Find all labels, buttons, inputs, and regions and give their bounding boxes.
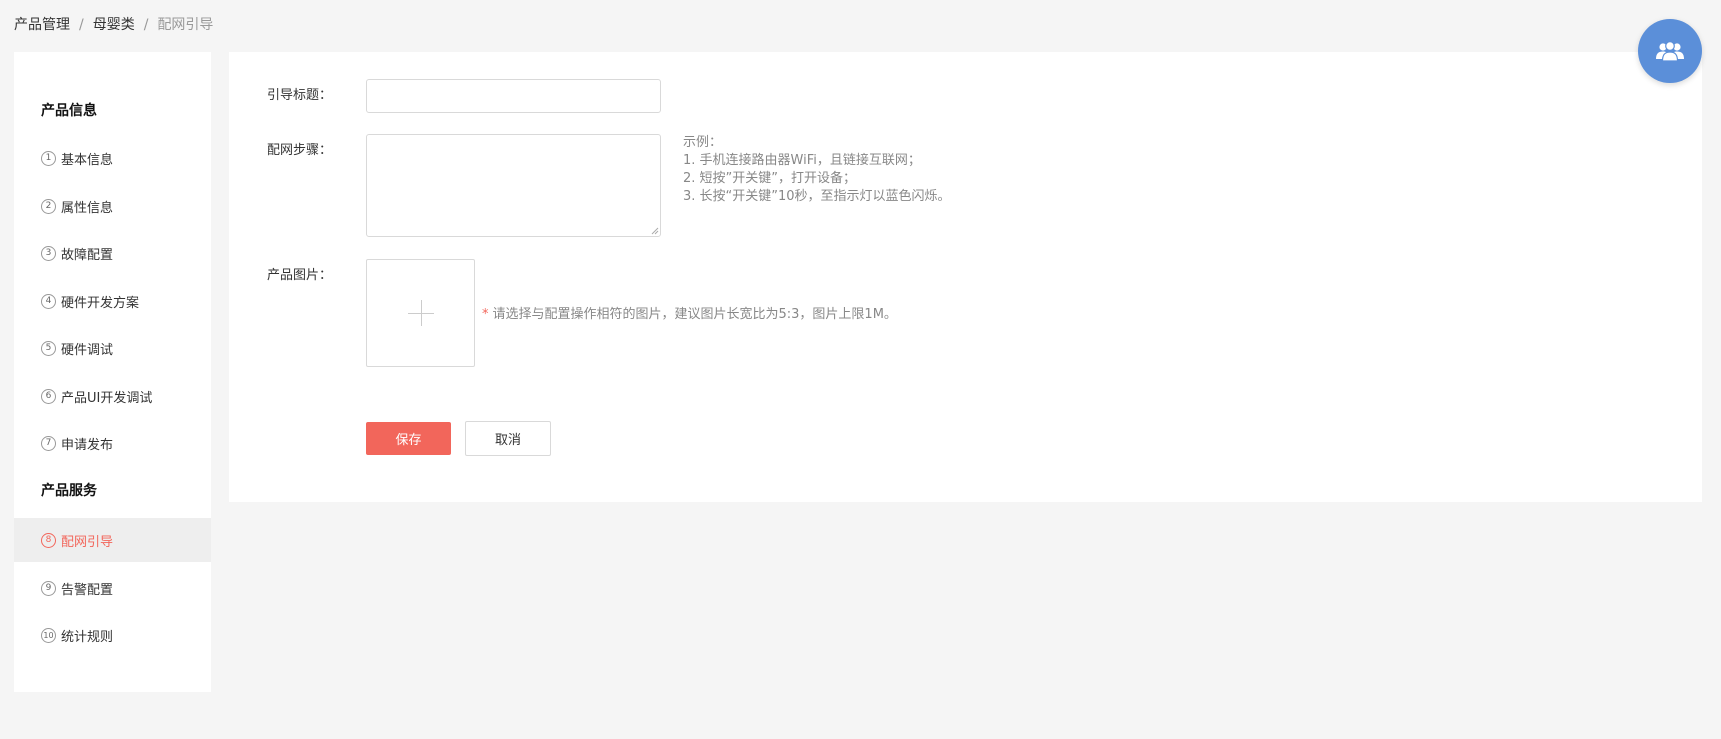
sidebar-item-hardware-debug[interactable]: 5 硬件调试 <box>14 326 211 370</box>
cancel-button[interactable]: 取消 <box>465 421 551 456</box>
example-line: 1. 手机连接路由器WiFi，且链接互联网； <box>683 153 921 168</box>
step-number: 1 <box>41 150 56 166</box>
sidebar-item-hardware-plan[interactable]: 4 硬件开发方案 <box>14 279 211 323</box>
example-text: 示例： 1. 手机连接路由器WiFi，且链接互联网； 2. 短按”开关键”，打开… <box>683 134 951 206</box>
guide-title-input[interactable] <box>366 79 661 113</box>
sidebar-item-label: 统计规则 <box>61 629 114 645</box>
sidebar-item-label: 告警配置 <box>61 582 114 598</box>
sidebar-item-label: 配网引导 <box>61 534 114 550</box>
sidebar-group-product-info: 产品信息 <box>41 103 97 119</box>
steps-label: 配网步骤： <box>267 143 333 158</box>
breadcrumb: 产品管理 / 母婴类 / 配网引导 <box>14 15 213 35</box>
step-number: 6 <box>41 388 56 404</box>
required-star: * <box>482 307 489 322</box>
resize-handle-icon[interactable] <box>649 225 659 235</box>
sidebar-item-fault-config[interactable]: 3 故障配置 <box>14 231 211 275</box>
step-number: 3 <box>41 245 56 261</box>
sidebar-group-product-service: 产品服务 <box>41 483 97 499</box>
breadcrumb-product-management[interactable]: 产品管理 <box>14 15 70 35</box>
network-steps-textarea[interactable] <box>366 134 661 237</box>
breadcrumb-category[interactable]: 母婴类 <box>93 15 135 35</box>
sidebar-item-label: 故障配置 <box>61 247 114 263</box>
step-number: 9 <box>41 580 56 596</box>
example-heading: 示例： <box>683 135 723 150</box>
save-button[interactable]: 保存 <box>366 422 451 455</box>
sidebar: 产品信息 1 基本信息 2 属性信息 3 故障配置 4 硬件开发方案 5 硬件调… <box>14 52 211 692</box>
step-number: 10 <box>41 627 56 643</box>
sidebar-item-label: 申请发布 <box>61 437 114 453</box>
example-line: 3. 长按“开关键”10秒，至指示灯以蓝色闪烁。 <box>683 189 951 204</box>
network-guide-form: 引导标题： 配网步骤： 示例： 1. 手机连接路由器WiFi，且链接互联网； 2… <box>229 52 1702 502</box>
step-number: 4 <box>41 293 56 309</box>
floating-service-button[interactable] <box>1638 19 1702 83</box>
sidebar-item-label: 硬件开发方案 <box>61 295 140 311</box>
sidebar-item-label: 产品UI开发调试 <box>61 390 153 406</box>
sidebar-item-alarm-config[interactable]: 9 告警配置 <box>14 566 211 610</box>
step-number: 2 <box>41 198 56 214</box>
sidebar-item-ui-debug[interactable]: 6 产品UI开发调试 <box>14 374 211 418</box>
sidebar-item-statistics-rules[interactable]: 10 统计规则 <box>14 613 211 657</box>
step-number: 8 <box>41 532 56 548</box>
sidebar-item-label: 属性信息 <box>61 200 114 216</box>
breadcrumb-separator: / <box>143 17 149 33</box>
upload-hint-text: 请选择与配置操作相符的图片，建议图片长宽比为5:3，图片上限1M。 <box>492 307 897 322</box>
sidebar-item-network-guide[interactable]: 8 配网引导 <box>14 518 211 562</box>
breadcrumb-current: 配网引导 <box>157 17 214 33</box>
sidebar-item-basic-info[interactable]: 1 基本信息 <box>14 136 211 180</box>
users-icon <box>1656 41 1684 62</box>
step-number: 7 <box>41 435 56 451</box>
breadcrumb-separator: / <box>79 17 84 33</box>
sidebar-item-attribute-info[interactable]: 2 属性信息 <box>14 184 211 228</box>
example-line: 2. 短按”开关键”，打开设备； <box>683 171 857 186</box>
step-number: 5 <box>41 340 56 356</box>
sidebar-item-label: 硬件调试 <box>61 342 114 358</box>
upload-hint: * 请选择与配置操作相符的图片，建议图片长宽比为5:3，图片上限1M。 <box>482 306 897 324</box>
sidebar-item-apply-release[interactable]: 7 申请发布 <box>14 421 211 465</box>
image-label: 产品图片： <box>267 268 333 283</box>
image-upload-button[interactable] <box>366 259 475 367</box>
plus-icon <box>421 300 422 326</box>
title-label: 引导标题： <box>267 88 333 103</box>
sidebar-item-label: 基本信息 <box>61 152 114 168</box>
